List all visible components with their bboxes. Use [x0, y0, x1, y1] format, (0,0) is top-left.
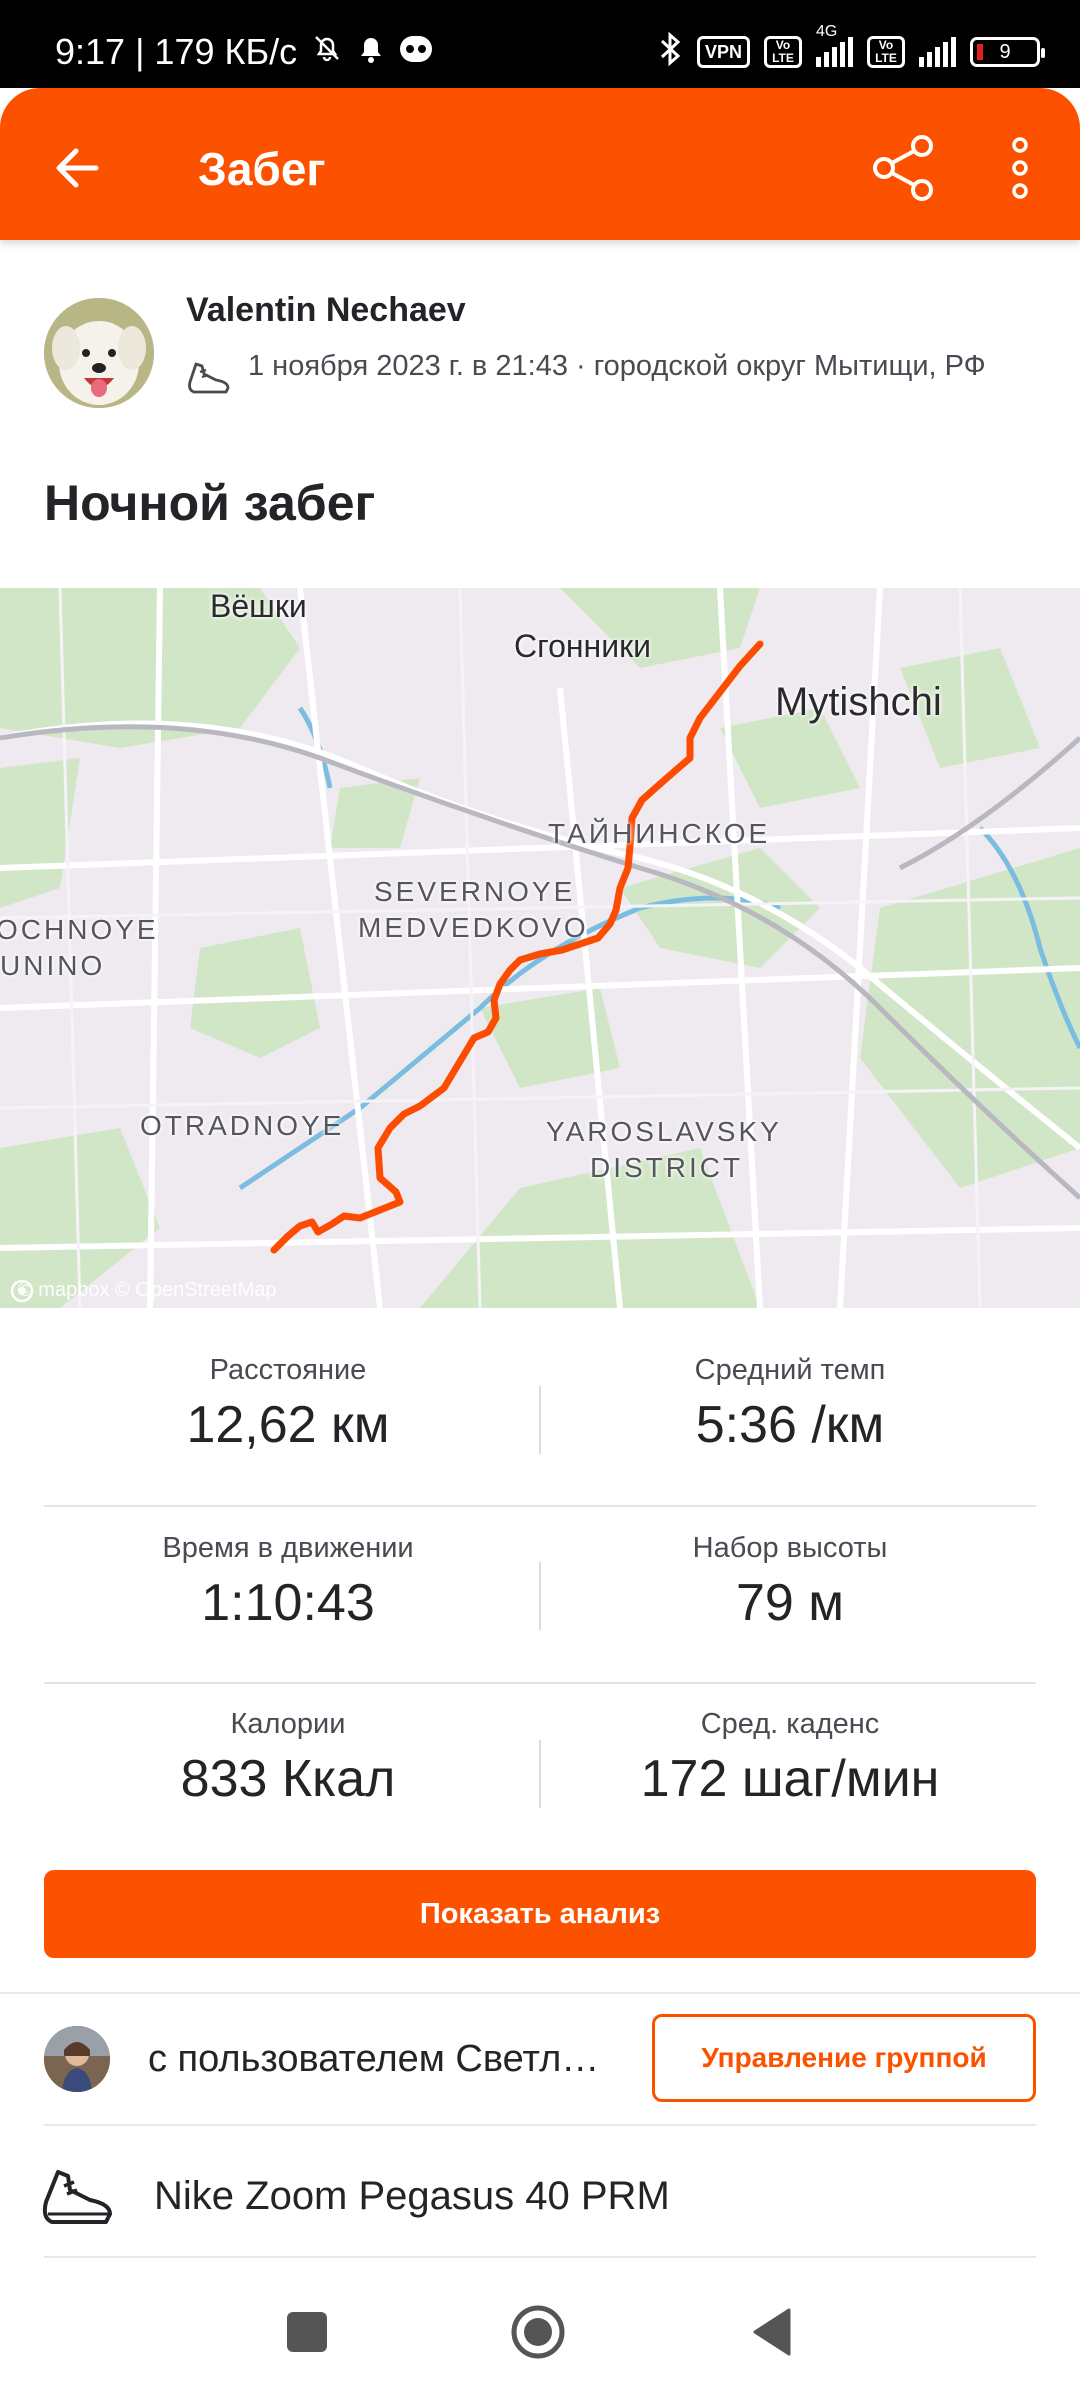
stat-value: 79 м [735, 1574, 845, 1632]
shoe-icon [40, 2158, 116, 2234]
bluetooth-icon [657, 31, 683, 72]
map-label-tayninskoe: ТАЙНИНСКОЕ [548, 818, 771, 849]
map-label-sgonniki: Сгонники [514, 628, 651, 664]
stat-label: Калории [230, 1708, 346, 1740]
arrow-left-icon [56, 148, 99, 188]
status-right: VPN Vo LTE 4G Vo LTE 9 [657, 23, 1045, 74]
map-label-otradnoye: OTRADNOYE [140, 1110, 345, 1141]
gear-name[interactable]: Nike Zoom Pegasus 40 PRM [154, 2168, 670, 2224]
volte-badge-2: Vo LTE [867, 36, 905, 68]
stat-value: 1:10:43 [201, 1574, 375, 1632]
page-title: Забег [198, 143, 326, 195]
stat-value: 833 Ккал [180, 1750, 396, 1808]
home-button[interactable] [508, 2302, 568, 2362]
app-notification-icon [399, 30, 433, 74]
system-nav-bar [0, 2262, 1080, 2400]
network-type-label: 4G [816, 23, 838, 40]
share-icon [873, 135, 933, 201]
vpn-badge: VPN [696, 36, 750, 68]
manage-group-button[interactable]: Управление группой [652, 2014, 1036, 2102]
section-divider [44, 2256, 1036, 2258]
section-divider [44, 2124, 1036, 2126]
activity-title: Ночной забег [44, 475, 376, 531]
signal-icon [919, 37, 956, 67]
person-photo-image [44, 2026, 110, 2092]
attribution-text: © mapbox © OpenStreetMap [18, 1279, 277, 1301]
map-label-mytishchi: Mytishchi [775, 680, 942, 724]
stat-value: 5:36 /км [695, 1396, 885, 1454]
volte-badge-1: Vo LTE [764, 36, 802, 68]
back-nav-button[interactable] [743, 2302, 803, 2362]
stat-elevation-gain: Набор высоты 79 м [530, 1530, 1050, 1636]
battery-icon: 9 [970, 37, 1045, 67]
square-icon [287, 2312, 327, 2352]
stat-avg-cadence: Сред. каденс 172 шаг/мин [530, 1706, 1050, 1812]
stat-label: Набор высоты [692, 1532, 888, 1564]
status-left: 9:17 | 179 КБ/с [55, 30, 433, 74]
map-label-unino: UNINO [0, 950, 106, 981]
stat-avg-pace: Средний темп 5:36 /км [530, 1352, 1050, 1458]
stat-value: 12,62 км [186, 1396, 390, 1454]
signal-4g-icon: 4G [816, 23, 853, 67]
stat-label: Время в движении [162, 1532, 414, 1564]
back-button[interactable] [48, 138, 108, 198]
running-shoe-icon [186, 352, 232, 398]
activity-date-location: 1 ноября 2023 г. в 21:43 · городской окр… [248, 350, 986, 382]
group-member-avatar[interactable] [44, 2026, 110, 2092]
map-label-yaroslavsky: YAROSLAVSKY [546, 1116, 782, 1147]
muted-bell-icon [311, 30, 343, 74]
stats-divider [44, 1682, 1036, 1684]
triangle-back-icon [753, 2308, 791, 2356]
route-map[interactable]: Вёшки Сгонники Mytishchi ТАЙНИНСКОЕ SEVE… [0, 588, 1080, 1308]
group-members-text[interactable]: с пользователем Светланой [148, 2034, 618, 2084]
recents-button[interactable] [277, 2302, 337, 2362]
stat-moving-time: Время в движении 1:10:43 [28, 1530, 548, 1636]
stat-label: Средний темп [694, 1354, 886, 1386]
status-bar: 9:17 | 179 КБ/с VPN Vo LTE 4G Vo LTE 9 [0, 0, 1080, 88]
stat-calories: Калории 833 Ккал [28, 1706, 548, 1812]
map-label-severnoye: SEVERNOYE [374, 876, 576, 907]
dog-avatar-image [44, 298, 154, 408]
map-label-district: DISTRICT [590, 1152, 744, 1183]
map-label-veshki: Вёшки [210, 588, 307, 624]
bell-icon [357, 30, 385, 74]
circle-icon [511, 2305, 565, 2359]
status-time-speed: 9:17 | 179 КБ/с [55, 31, 298, 72]
map-label-ochnoye: OCHNOYE [0, 914, 159, 945]
athlete-name[interactable]: Valentin Nechaev [186, 288, 466, 332]
stat-value: 172 шаг/мин [640, 1750, 940, 1808]
share-button[interactable] [868, 128, 938, 208]
more-vertical-icon [1012, 137, 1028, 199]
map-attribution[interactable]: © mapbox © OpenStreetMap [10, 1279, 277, 1303]
app-header: Забег [0, 88, 1080, 240]
stat-label: Расстояние [209, 1354, 367, 1386]
more-options-button[interactable] [1000, 128, 1040, 208]
stats-divider [44, 1505, 1036, 1507]
stat-label: Сред. каденс [700, 1708, 880, 1740]
section-divider [0, 1992, 1080, 1994]
stat-distance: Расстояние 12,62 км [28, 1352, 548, 1458]
map-label-medvedkovo: MEDVEDKOVO [358, 912, 589, 943]
battery-level: 9 [999, 40, 1011, 63]
show-analysis-button[interactable]: Показать анализ [44, 1870, 1036, 1958]
athlete-avatar[interactable] [44, 298, 154, 408]
